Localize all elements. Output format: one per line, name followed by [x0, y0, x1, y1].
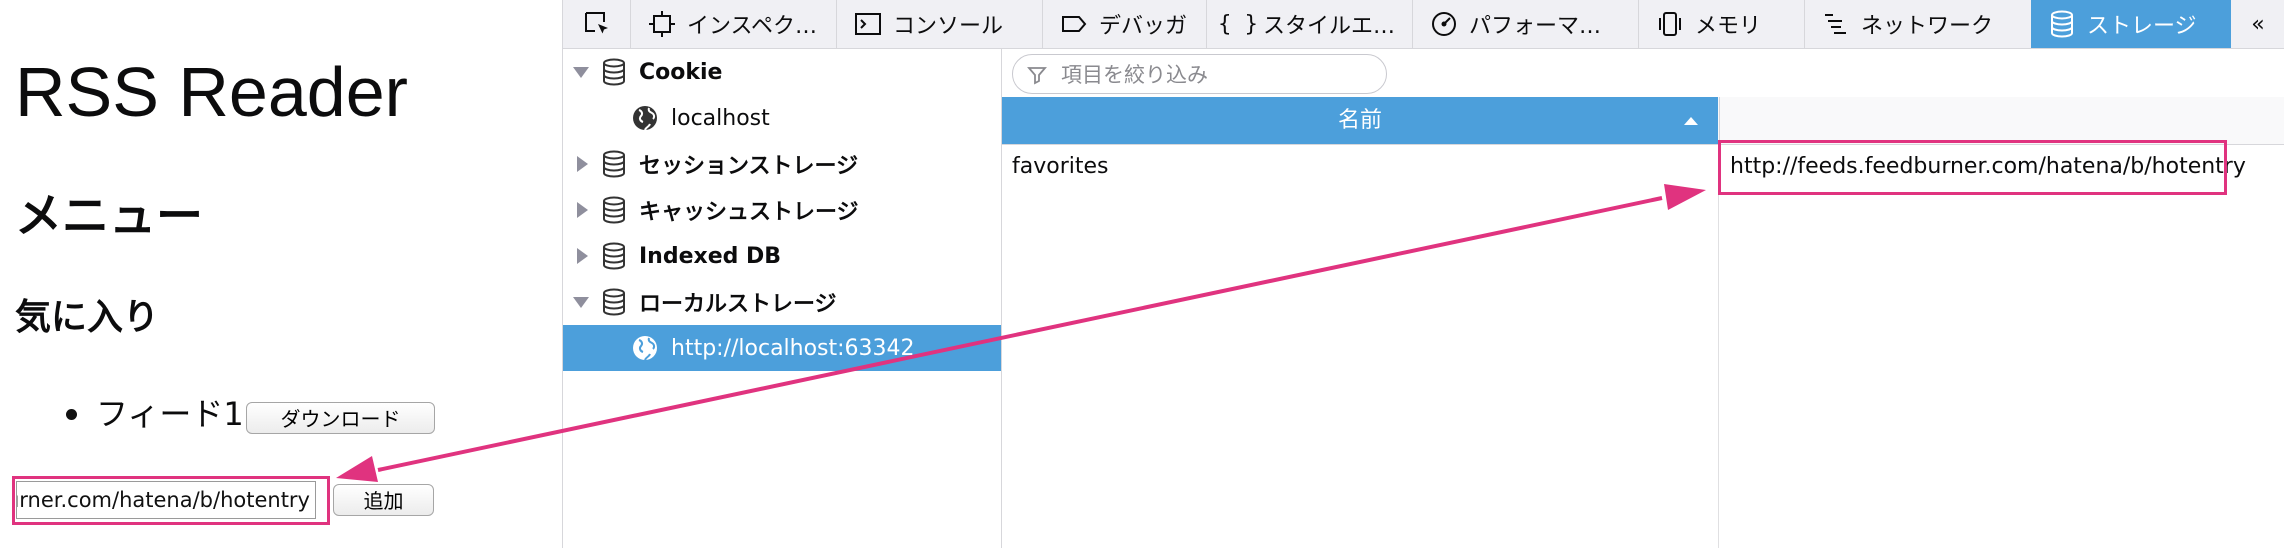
tab-style-editor-label: スタイルエ… — [1263, 14, 1396, 39]
element-picker-icon — [582, 9, 612, 39]
tab-storage[interactable]: ストレージ — [2031, 0, 2231, 48]
tree-item-cookie-label: Cookie — [639, 59, 723, 85]
table-cell-name[interactable]: favorites — [1012, 145, 1109, 189]
page-title: RSS Reader — [15, 53, 408, 131]
filter-input[interactable] — [1059, 59, 1373, 91]
table-header: 名前 — [1002, 97, 2284, 145]
table-cell-value[interactable]: http://feeds.feedburner.com/hatena/b/hot… — [1730, 145, 2246, 189]
column-header-name-label: 名前 — [1337, 108, 1382, 133]
column-header-name[interactable]: 名前 — [1002, 97, 1718, 144]
tree-item-cookie-localhost[interactable]: localhost — [563, 95, 1001, 141]
inspector-icon — [647, 9, 677, 39]
tab-debugger[interactable]: デバッガ — [1043, 0, 1207, 48]
list-bullet — [66, 409, 77, 420]
tab-memory-label: メモリ — [1695, 14, 1762, 39]
debugger-icon — [1059, 9, 1089, 39]
memory-icon — [1655, 9, 1685, 39]
menu-heading: メニュー — [15, 189, 203, 244]
column-header-value[interactable] — [1719, 97, 2284, 144]
tree-item-indexed-db-label: Indexed DB — [639, 243, 782, 269]
add-button[interactable]: 追加 — [333, 484, 434, 516]
twisty-collapsed-icon[interactable] — [577, 156, 588, 172]
tree-item-local-storage-host-label: http://localhost:63342 — [671, 335, 915, 361]
tab-console-label: コンソール — [893, 14, 1004, 39]
tab-console[interactable]: コンソール — [837, 0, 1043, 48]
tab-inspector[interactable]: インスペク… — [631, 0, 837, 48]
more-tools-icon: « — [2251, 11, 2265, 37]
tab-debugger-label: デバッガ — [1099, 14, 1188, 39]
tree-item-cache-storage-label: キャッシュストレージ — [639, 200, 859, 225]
filter-icon — [1027, 67, 1047, 85]
element-picker-button[interactable] — [563, 0, 631, 48]
more-tools-button[interactable]: « — [2231, 0, 2284, 48]
tab-style-editor[interactable]: { } スタイルエ… — [1207, 0, 1413, 48]
tree-item-indexed-db[interactable]: Indexed DB — [563, 233, 1001, 279]
tree-item-local-storage[interactable]: ローカルストレージ — [563, 279, 1001, 325]
console-icon — [853, 9, 883, 39]
storage-icon — [2047, 9, 2077, 39]
filter-box[interactable] — [1012, 54, 1387, 94]
tree-item-session-storage[interactable]: セッションストレージ — [563, 141, 1001, 187]
tab-memory[interactable]: メモリ — [1639, 0, 1805, 48]
database-icon — [603, 58, 625, 86]
tab-network[interactable]: ネットワーク — [1805, 0, 2023, 48]
tab-storage-label: ストレージ — [2087, 14, 2197, 39]
tree-item-local-storage-host[interactable]: http://localhost:63342 — [563, 325, 1001, 371]
twisty-expanded-icon[interactable] — [573, 67, 589, 78]
twisty-collapsed-icon[interactable] — [577, 248, 588, 264]
database-icon — [603, 150, 625, 178]
download-button[interactable]: ダウンロード — [246, 402, 435, 434]
tab-performance-label: パフォーマ… — [1469, 14, 1602, 39]
sort-ascending-icon — [1684, 117, 1698, 125]
performance-icon — [1429, 9, 1459, 39]
tree-item-session-storage-label: セッションストレージ — [639, 154, 859, 179]
database-icon — [603, 242, 625, 270]
tree-item-cookie-localhost-label: localhost — [671, 105, 770, 131]
twisty-expanded-icon[interactable] — [573, 297, 589, 308]
web-page: RSS Reader メニュー 気に入り フィード1 ダウンロード http:/… — [0, 0, 562, 548]
column-divider — [1718, 144, 1719, 548]
devtools-panel: インスペク… コンソール デバッガ { } スタイルエ… パフォーマ… メモリ … — [562, 0, 2284, 548]
network-icon — [1821, 9, 1851, 39]
feed-url-input-value: http://feeds.feedburner.com/hatena/b/hot… — [17, 488, 310, 512]
tree-item-local-storage-label: ローカルストレージ — [639, 292, 837, 317]
database-icon — [603, 288, 625, 316]
feed-label: フィード1 — [96, 395, 244, 433]
favorites-heading: 気に入り — [15, 297, 160, 338]
database-icon — [603, 196, 625, 224]
storage-tree: Cookie localhost セッションストレージ キャッシュストレージ I… — [563, 49, 1002, 548]
devtools-toolbar: インスペク… コンソール デバッガ { } スタイルエ… パフォーマ… メモリ … — [563, 0, 2284, 49]
tree-item-cache-storage[interactable]: キャッシュストレージ — [563, 187, 1001, 233]
globe-icon — [633, 336, 657, 361]
tab-network-label: ネットワーク — [1861, 14, 1994, 39]
tree-item-cookie[interactable]: Cookie — [563, 49, 1001, 95]
style-editor-icon: { } — [1218, 11, 1258, 37]
tab-inspector-label: インスペク… — [687, 14, 818, 39]
feed-url-input[interactable]: http://feeds.feedburner.com/hatena/b/hot… — [16, 481, 316, 519]
storage-content: 名前 favorites http://feeds.feedburner.com… — [1002, 49, 2284, 548]
twisty-collapsed-icon[interactable] — [577, 202, 588, 218]
tab-performance[interactable]: パフォーマ… — [1413, 0, 1639, 48]
globe-icon — [633, 106, 657, 131]
